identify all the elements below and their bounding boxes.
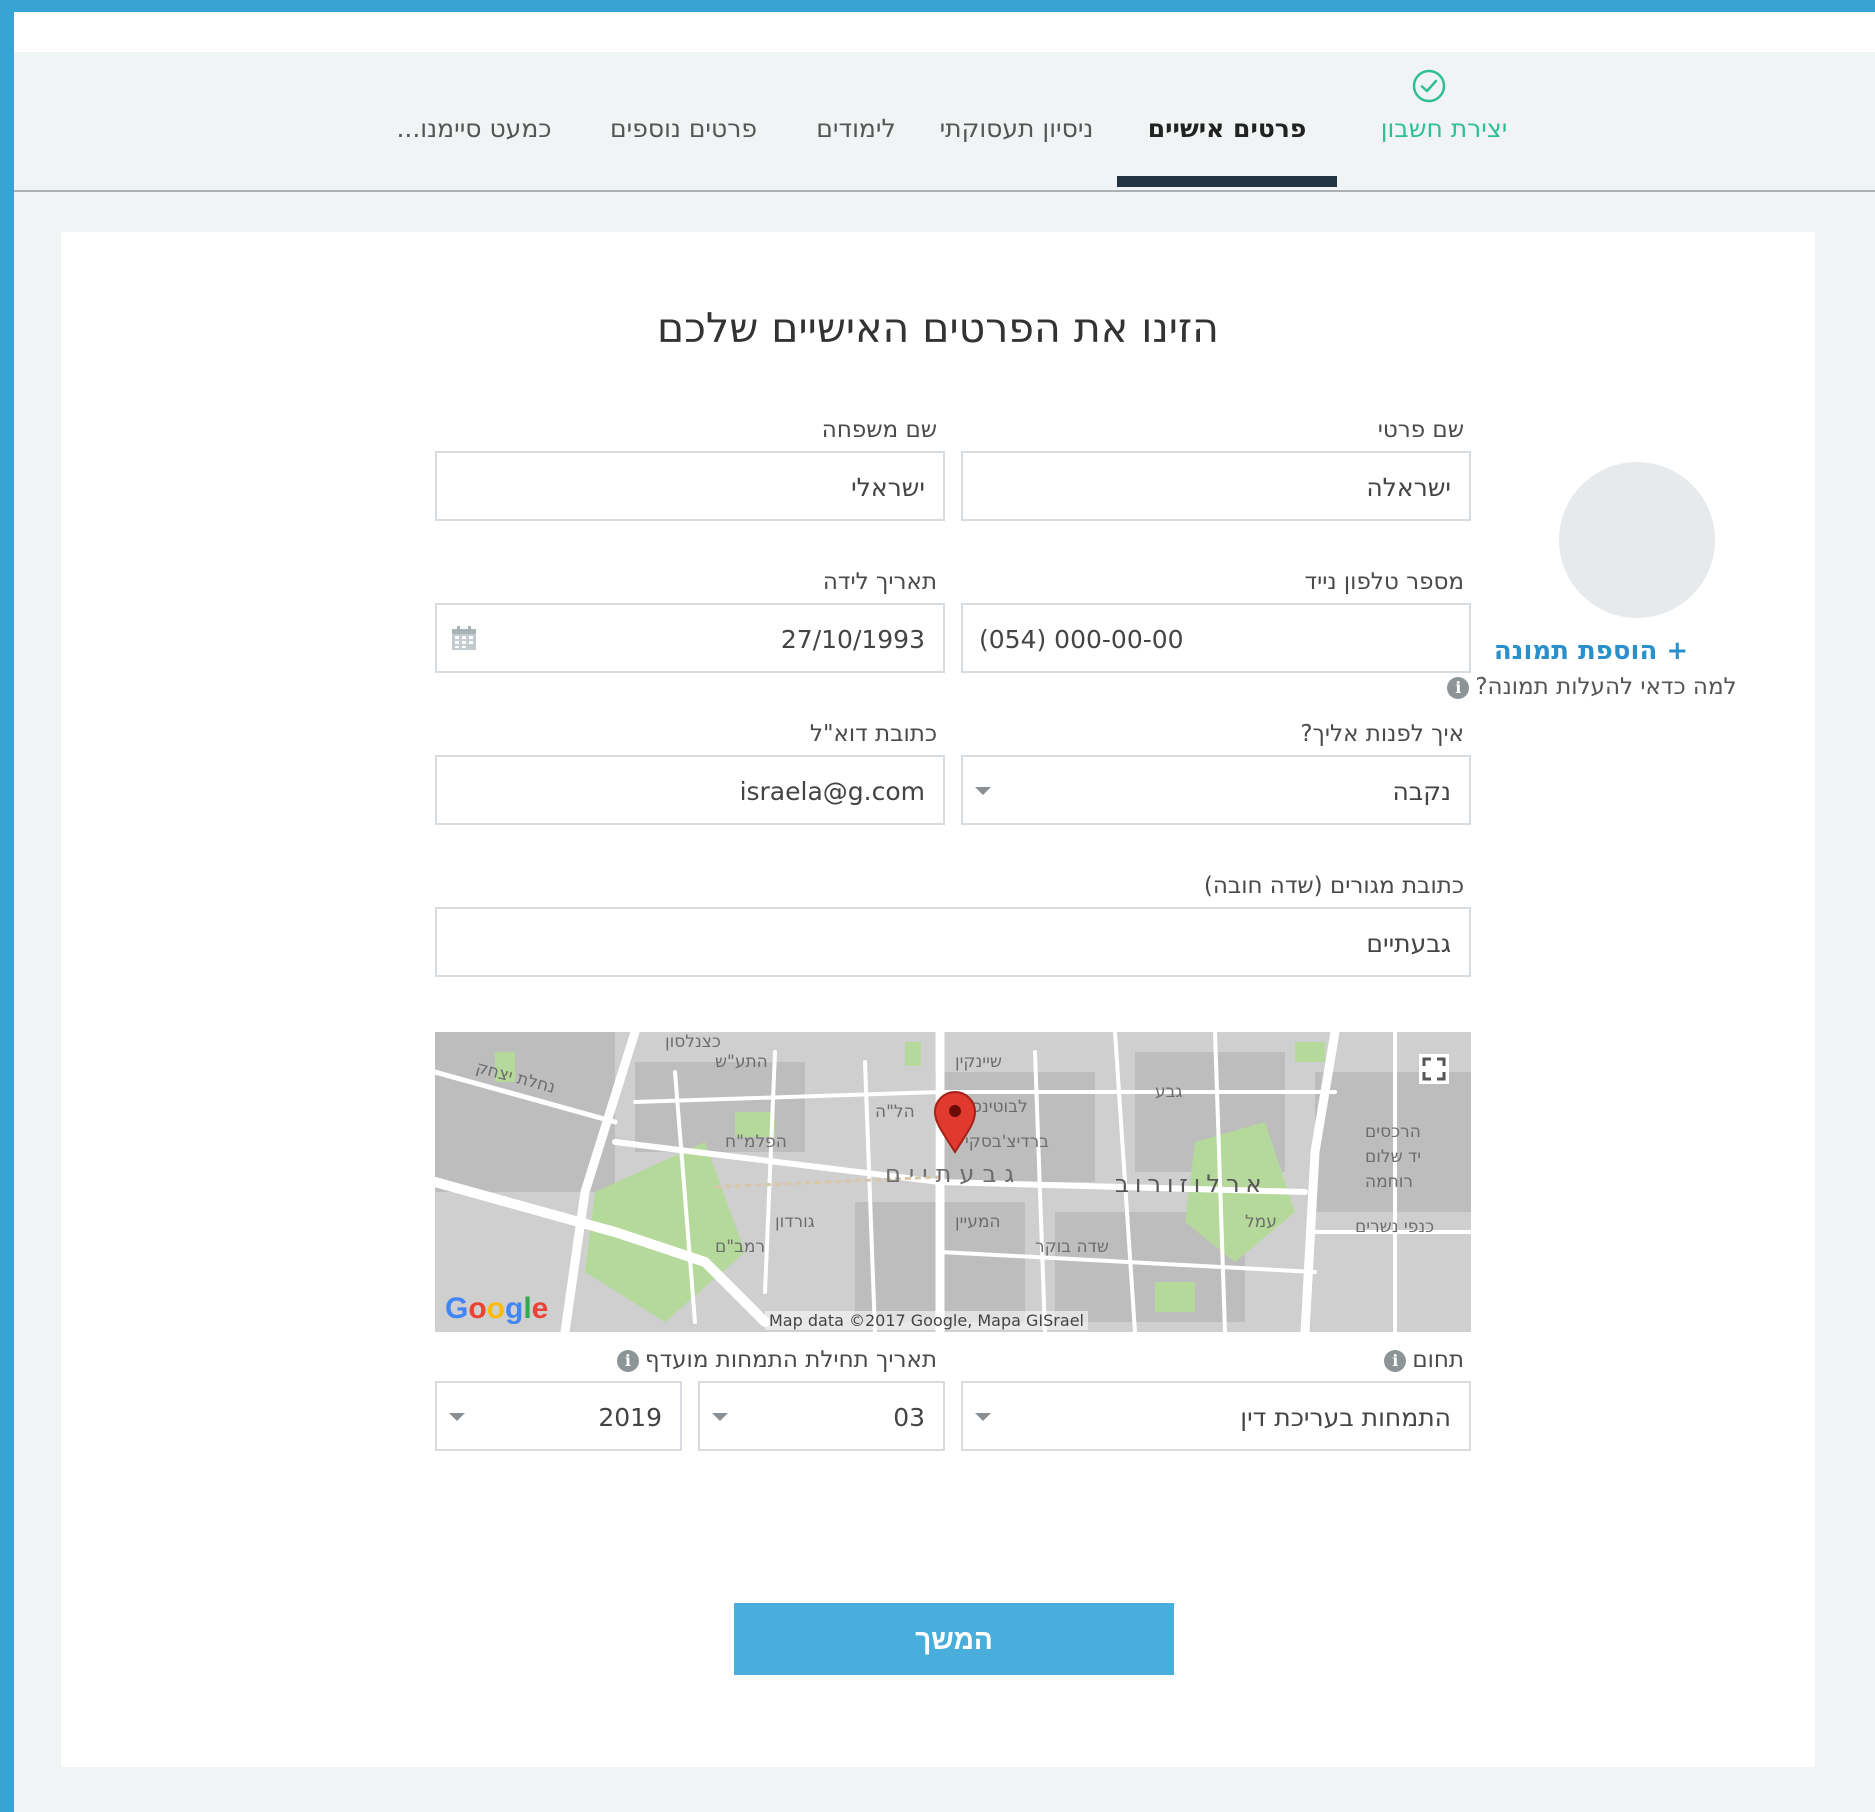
address-map[interactable]: נחלת יצחק התע"ש הל"ה לבוטינסקי ברדיצ'בסק… xyxy=(435,1032,1471,1332)
first-name-value: ישראלה xyxy=(1366,473,1451,502)
map-label: הפלמ"ח xyxy=(725,1132,787,1152)
address-field[interactable]: גבעתיים xyxy=(435,907,1471,977)
last-name-value: ישראלי xyxy=(851,473,925,502)
chevron-down-icon xyxy=(975,1413,991,1421)
salutation-value: נקבה xyxy=(1392,777,1451,806)
top-bar xyxy=(14,12,1875,52)
map-tiles: נחלת יצחק התע"ש הל"ה לבוטינסקי ברדיצ'בסק… xyxy=(435,1032,1471,1332)
active-tab-indicator xyxy=(1117,176,1337,187)
first-name-field[interactable]: ישראלה xyxy=(961,451,1471,521)
mobile-field[interactable]: (054) 000-00-00 xyxy=(961,603,1471,673)
chevron-down-icon xyxy=(712,1413,728,1421)
map-label: הרכסים xyxy=(1365,1122,1421,1142)
chevron-down-icon xyxy=(449,1413,465,1421)
map-label: הל"ה xyxy=(875,1102,915,1122)
info-icon[interactable]: i xyxy=(1384,1349,1407,1372)
map-label: ברדיצ'בסקי xyxy=(965,1132,1049,1152)
map-label: גורדון xyxy=(775,1212,815,1232)
add-photo-link[interactable]: + הוספת תמונה xyxy=(1441,636,1741,666)
internship-month-select[interactable]: 03 xyxy=(698,1381,945,1451)
tab-education[interactable]: לימודים xyxy=(796,114,916,144)
map-label: כנפי נשרים xyxy=(1355,1217,1434,1237)
birth-date-label: תאריך לידה xyxy=(822,569,937,595)
why-photo-link[interactable]: למה כדאי להעלות תמונה?i xyxy=(1401,674,1777,700)
google-logo: Google xyxy=(445,1292,549,1325)
info-icon: i xyxy=(1447,676,1470,699)
map-label: ארלוזורוב xyxy=(1115,1170,1268,1198)
email-label: כתובת דוא"ל xyxy=(809,721,937,747)
internship-month-value: 03 xyxy=(893,1403,925,1432)
avatar-placeholder[interactable] xyxy=(1559,462,1715,618)
last-name-label: שם משפחה xyxy=(821,417,937,443)
map-label: גבע xyxy=(1155,1082,1182,1102)
tab-work-experience[interactable]: ניסיון תעסוקתי xyxy=(929,114,1104,144)
map-label: רוחמה xyxy=(1365,1172,1413,1192)
map-label: גבעתיים xyxy=(885,1160,1022,1188)
info-icon[interactable]: i xyxy=(616,1349,639,1372)
tab-almost-done[interactable]: כמעט סיימנו... xyxy=(384,114,564,144)
address-label: כתובת מגורים (שדה חובה) xyxy=(1203,873,1464,899)
email-value: israela@g.com xyxy=(739,777,925,806)
field-label: תחוםi xyxy=(1378,1347,1464,1373)
tab-additional-details[interactable]: פרטים נוספים xyxy=(591,114,776,144)
internship-year-select[interactable]: 2019 xyxy=(435,1381,682,1451)
plus-icon: + xyxy=(1666,636,1689,666)
form-card: הזינו את הפרטים האישיים שלכם שם פרטי ישר… xyxy=(61,232,1815,1767)
add-photo-label: הוספת תמונה xyxy=(1493,636,1658,666)
chevron-down-icon xyxy=(975,787,991,795)
first-name-label: שם פרטי xyxy=(1377,417,1464,443)
last-name-field[interactable]: ישראלי xyxy=(435,451,945,521)
salutation-label: איך לפנות אליך? xyxy=(1300,721,1464,747)
wizard-steps: יצירת חשבון פרטים אישיים ניסיון תעסוקתי … xyxy=(14,52,1875,192)
map-label: עמל xyxy=(1245,1212,1277,1232)
internship-year-value: 2019 xyxy=(598,1403,662,1432)
map-label: שדה בוקר xyxy=(1035,1237,1109,1257)
internship-date-label: תאריך תחילת התמחות מועדףi xyxy=(611,1347,937,1373)
map-label: רמב"ם xyxy=(715,1237,765,1257)
tab-personal-details[interactable]: פרטים אישיים xyxy=(1127,114,1327,144)
page-title: הזינו את הפרטים האישיים שלכם xyxy=(657,304,1219,352)
address-value: גבעתיים xyxy=(1366,929,1451,958)
map-label: כצנלסון xyxy=(665,1032,721,1052)
map-label: המעיין xyxy=(955,1212,1001,1232)
app-frame: יצירת חשבון פרטים אישיים ניסיון תעסוקתי … xyxy=(14,12,1875,1812)
why-photo-label: למה כדאי להעלות תמונה? xyxy=(1475,674,1737,700)
field-select[interactable]: התמחות בעריכת דין xyxy=(961,1381,1471,1451)
field-value: התמחות בעריכת דין xyxy=(1240,1403,1451,1432)
map-label: יד שלום xyxy=(1365,1147,1421,1167)
email-field[interactable]: israela@g.com xyxy=(435,755,945,825)
mobile-value: (054) 000-00-00 xyxy=(979,625,1184,654)
continue-button[interactable]: המשך xyxy=(734,1603,1174,1675)
map-label: התע"ש xyxy=(715,1052,768,1072)
birth-date-field[interactable]: 27/10/1993 xyxy=(435,603,945,673)
mobile-label: מספר טלפון נייד xyxy=(1304,569,1464,595)
tab-create-account[interactable]: יצירת חשבון xyxy=(1364,114,1524,144)
fullscreen-icon[interactable] xyxy=(1419,1054,1449,1084)
salutation-select[interactable]: נקבה xyxy=(961,755,1471,825)
map-label: שיינקין xyxy=(955,1052,1002,1072)
check-circle-icon xyxy=(1412,69,1446,103)
birth-date-value: 27/10/1993 xyxy=(780,625,925,654)
calendar-icon[interactable] xyxy=(451,625,477,651)
map-credit: Map data ©2017 Google, Mapa GISrael xyxy=(765,1311,1088,1330)
